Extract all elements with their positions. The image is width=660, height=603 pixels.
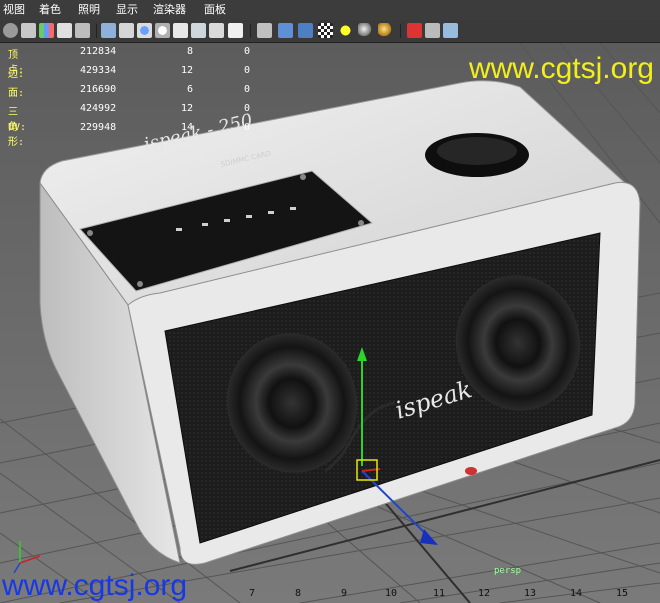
menu-shading[interactable]: 着色 xyxy=(36,0,64,20)
sphere-light-icon[interactable] xyxy=(338,23,353,38)
ruler-number: 12 xyxy=(478,588,491,599)
cube-textured-icon[interactable] xyxy=(298,23,313,38)
menu-panels[interactable]: 面板 xyxy=(201,0,229,20)
camera-icon[interactable] xyxy=(3,23,18,38)
lights-icon[interactable] xyxy=(209,23,224,38)
cube-shaded-icon[interactable] xyxy=(278,23,293,38)
hud-value: 12 xyxy=(180,65,193,76)
menu-lighting[interactable]: 照明 xyxy=(75,0,103,20)
xray-icon[interactable] xyxy=(425,23,440,38)
text-t-icon[interactable] xyxy=(228,23,243,38)
hud-value: 14 xyxy=(180,122,193,133)
hud-value: 229948 xyxy=(80,122,117,133)
hud-label: 边: xyxy=(8,69,25,80)
bookmark-icon[interactable] xyxy=(21,23,36,38)
hud-label: 面: xyxy=(8,88,25,99)
menu-bar: 视图 着色 照明 显示 渲染器 面板 xyxy=(0,0,660,20)
ruler-number: 13 xyxy=(524,588,537,599)
smooth-shade-icon[interactable] xyxy=(137,23,152,38)
hud-value: 0 xyxy=(243,122,250,133)
image-plane-icon[interactable] xyxy=(39,23,54,38)
wireframe-on-shaded-icon[interactable] xyxy=(119,23,134,38)
cube-icon[interactable] xyxy=(257,23,272,38)
ruler-number: 10 xyxy=(385,588,398,599)
sphere-grey-icon[interactable] xyxy=(358,23,373,38)
wireframe-icon[interactable] xyxy=(101,23,116,38)
hud-value: 212834 xyxy=(80,46,117,57)
isolate-icon[interactable] xyxy=(407,23,422,38)
hud-value: 0 xyxy=(243,103,250,114)
hud-value: 6 xyxy=(186,84,193,95)
hud-value: 216690 xyxy=(80,84,117,95)
camera-name: persp xyxy=(494,566,522,576)
watermark-bottom: www.cgtsj.org xyxy=(2,569,188,602)
hud-label: UV: xyxy=(8,122,27,133)
ruler-number: 9 xyxy=(341,588,348,599)
hud-value: 0 xyxy=(243,46,250,57)
menu-show[interactable]: 显示 xyxy=(113,0,141,20)
hud-value: 0 xyxy=(243,65,250,76)
film-gate-icon[interactable] xyxy=(75,23,90,38)
hud-value: 8 xyxy=(186,46,193,57)
sphere-gold-icon[interactable] xyxy=(378,23,393,38)
textured-icon[interactable] xyxy=(191,23,206,38)
frame-icon[interactable] xyxy=(443,23,458,38)
bounding-box-icon[interactable] xyxy=(173,23,188,38)
grid-icon[interactable] xyxy=(57,23,72,38)
ruler-number: 14 xyxy=(570,588,583,599)
ruler-number: 15 xyxy=(616,588,629,599)
menu-renderer[interactable]: 渲染器 xyxy=(150,0,189,20)
hud-value: 0 xyxy=(243,84,250,95)
ruler-number: 8 xyxy=(295,588,302,599)
menu-view[interactable]: 视图 xyxy=(0,0,28,20)
ruler-number: 11 xyxy=(433,588,446,599)
flat-shade-icon[interactable] xyxy=(155,23,170,38)
watermark-top: www.cgtsj.org xyxy=(468,52,654,85)
hud-value: 429334 xyxy=(80,65,117,76)
viewport-toolbar xyxy=(0,20,660,43)
checker-icon[interactable] xyxy=(318,23,333,38)
hud-value: 12 xyxy=(180,103,193,114)
ruler-number: 7 xyxy=(249,588,256,599)
hud-value: 424992 xyxy=(80,103,117,114)
